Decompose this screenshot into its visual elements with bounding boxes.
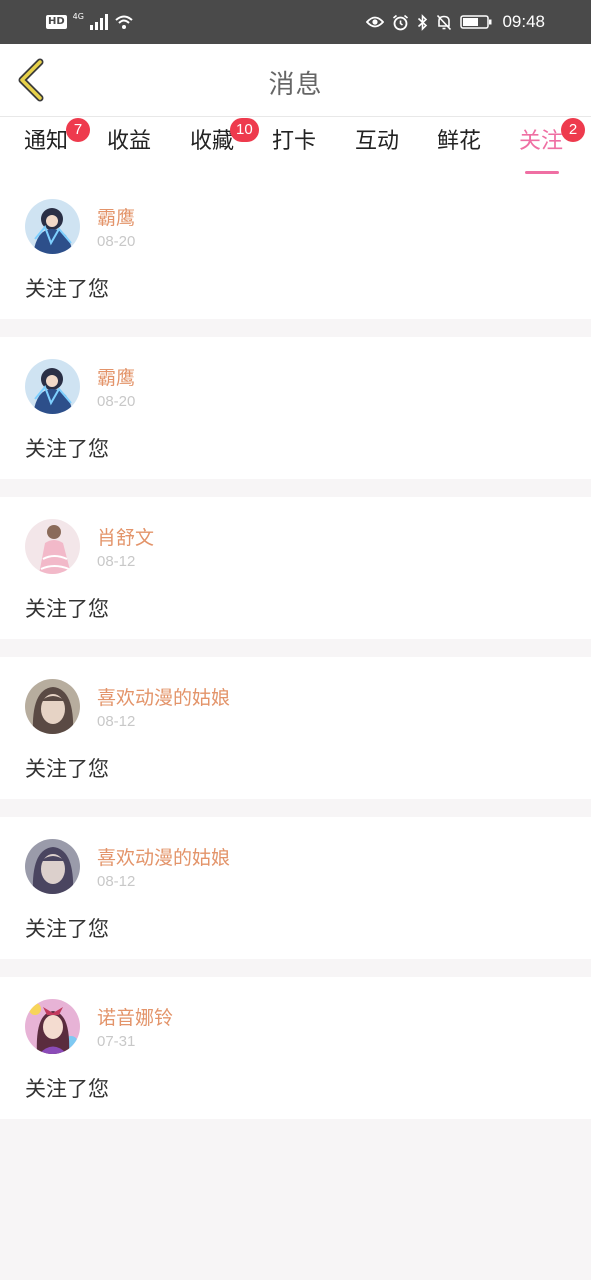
tab-bar: 通知 7 收益 收藏 10 打卡 互动 鲜花 关注 2 bbox=[0, 117, 591, 177]
signal-icon bbox=[89, 14, 108, 30]
active-tab-indicator bbox=[525, 171, 559, 174]
tab-flowers[interactable]: 鲜花 bbox=[437, 127, 481, 169]
hd-icon: HD bbox=[46, 15, 67, 29]
username[interactable]: 喜欢动漫的姑娘 bbox=[97, 683, 230, 710]
tab-favorites[interactable]: 收藏 10 bbox=[190, 118, 259, 169]
avatar[interactable] bbox=[25, 839, 80, 894]
list-item[interactable]: 喜欢动漫的姑娘 08-12 关注了您 bbox=[0, 657, 591, 799]
tab-label: 打卡 bbox=[272, 129, 317, 154]
message-text: 关注了您 bbox=[25, 1077, 109, 1101]
timestamp: 08-12 bbox=[97, 713, 136, 730]
avatar[interactable] bbox=[25, 359, 80, 414]
avatar[interactable] bbox=[25, 679, 80, 734]
list-item[interactable]: 霸鹰 08-20 关注了您 bbox=[0, 177, 591, 319]
message-text: 关注了您 bbox=[25, 597, 109, 621]
timestamp: 08-12 bbox=[97, 553, 136, 570]
timestamp: 08-20 bbox=[97, 233, 136, 250]
unread-badge: 2 bbox=[561, 118, 585, 142]
header-bar: 消息 bbox=[0, 44, 591, 117]
clock-time: 09:48 bbox=[502, 12, 545, 31]
unread-badge: 10 bbox=[230, 118, 259, 142]
page-title: 消息 bbox=[268, 70, 323, 100]
timestamp: 07-31 bbox=[97, 1033, 136, 1050]
message-text: 关注了您 bbox=[25, 917, 109, 941]
status-right: 09:48 bbox=[366, 12, 545, 32]
username[interactable]: 霸鹰 bbox=[97, 363, 135, 390]
message-list: 霸鹰 08-20 关注了您 霸鹰 08-20 关注了您 肖舒文 08-12 关注… bbox=[0, 177, 591, 1137]
tab-checkin[interactable]: 打卡 bbox=[272, 127, 316, 169]
tab-earnings[interactable]: 收益 bbox=[107, 127, 151, 169]
username[interactable]: 霸鹰 bbox=[97, 203, 135, 230]
bluetooth-icon bbox=[418, 13, 428, 31]
username[interactable]: 肖舒文 bbox=[97, 523, 154, 550]
list-item[interactable]: 肖舒文 08-12 关注了您 bbox=[0, 497, 591, 639]
timestamp: 08-20 bbox=[97, 393, 136, 410]
avatar[interactable] bbox=[25, 519, 80, 574]
tab-notifications[interactable]: 通知 7 bbox=[24, 118, 90, 169]
avatar[interactable] bbox=[25, 999, 80, 1054]
tab-label: 互动 bbox=[355, 129, 400, 154]
username[interactable]: 喜欢动漫的姑娘 bbox=[97, 843, 230, 870]
tab-follows[interactable]: 关注 2 bbox=[519, 118, 585, 174]
tab-label: 收益 bbox=[107, 129, 152, 154]
alarm-icon bbox=[393, 14, 409, 30]
bell-off-icon bbox=[437, 14, 452, 30]
tab-interactions[interactable]: 互动 bbox=[355, 127, 399, 169]
tab-label: 关注 bbox=[519, 129, 564, 154]
list-item[interactable]: 诺音娜铃 07-31 关注了您 bbox=[0, 977, 591, 1119]
message-text: 关注了您 bbox=[25, 277, 109, 301]
timestamp: 08-12 bbox=[97, 873, 136, 890]
tab-label: 通知 bbox=[24, 129, 69, 154]
eye-icon bbox=[366, 16, 385, 28]
list-item[interactable]: 喜欢动漫的姑娘 08-12 关注了您 bbox=[0, 817, 591, 959]
unread-badge: 7 bbox=[66, 118, 90, 142]
tab-label: 鲜花 bbox=[437, 129, 482, 154]
avatar[interactable] bbox=[25, 199, 80, 254]
message-text: 关注了您 bbox=[25, 757, 109, 781]
network-type: 4G bbox=[72, 12, 84, 21]
username[interactable]: 诺音娜铃 bbox=[97, 1003, 173, 1030]
message-text: 关注了您 bbox=[25, 437, 109, 461]
status-left: HD 4G bbox=[46, 12, 134, 32]
list-item[interactable]: 霸鹰 08-20 关注了您 bbox=[0, 337, 591, 479]
status-bar: HD 4G 09:48 bbox=[0, 0, 591, 44]
tab-label: 收藏 bbox=[190, 129, 235, 154]
wifi-icon bbox=[115, 15, 133, 29]
battery-icon bbox=[460, 15, 492, 29]
